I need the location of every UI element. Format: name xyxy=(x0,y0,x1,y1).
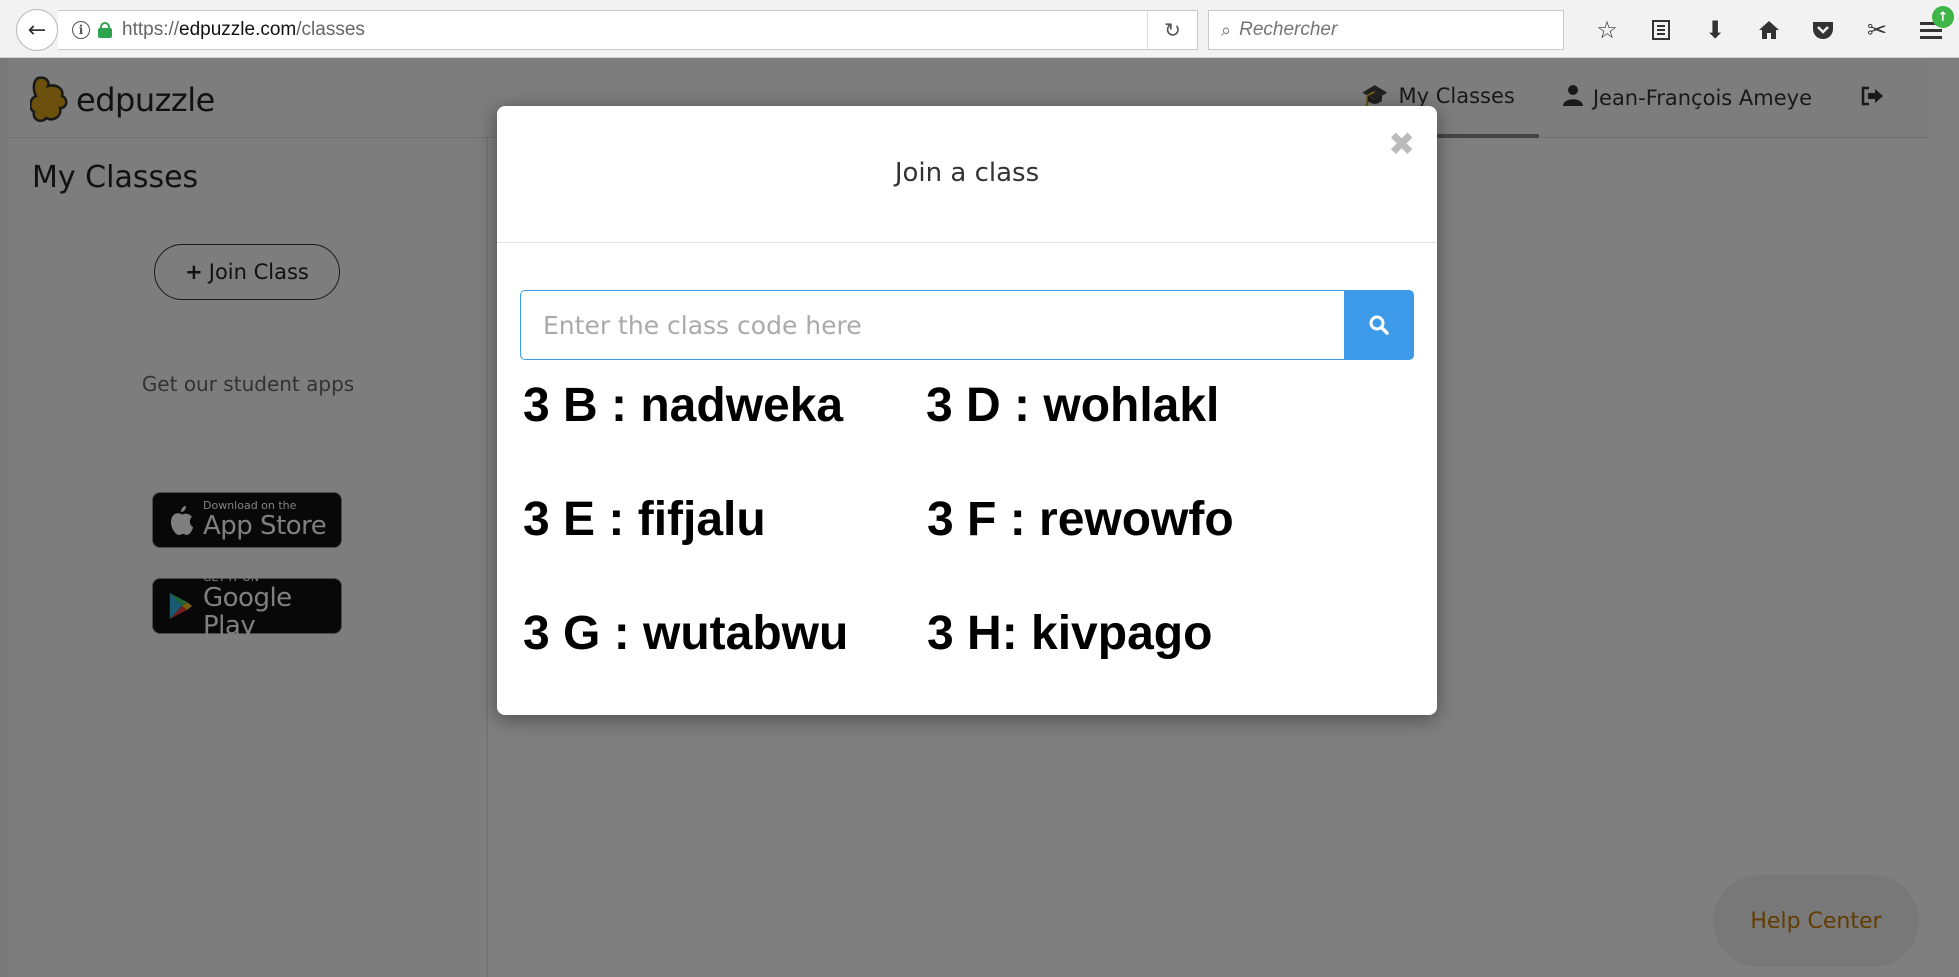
reload-icon: ↻ xyxy=(1164,18,1181,42)
url-text[interactable]: https://edpuzzle.com/classes xyxy=(122,19,365,41)
class-code-input[interactable] xyxy=(520,290,1344,360)
screenshot-icon[interactable]: ✂ xyxy=(1850,12,1904,48)
browser-toolbar: ← i https://edpuzzle.com/classes ↻ ⌕ ☆ ⬇… xyxy=(0,0,1959,58)
home-icon[interactable] xyxy=(1742,12,1796,48)
back-button[interactable]: ← xyxy=(16,9,58,51)
arrow-left-icon: ← xyxy=(27,17,47,43)
bookmark-star-icon[interactable]: ☆ xyxy=(1580,12,1634,48)
reload-button[interactable]: ↻ xyxy=(1147,11,1197,49)
browser-search-input[interactable] xyxy=(1239,19,1530,41)
update-badge-icon: ↑ xyxy=(1932,6,1954,28)
search-icon: ⌕ xyxy=(1221,19,1232,41)
browser-search-box[interactable]: ⌕ xyxy=(1208,10,1564,50)
reading-list-icon[interactable] xyxy=(1634,12,1688,48)
search-icon xyxy=(1369,315,1389,335)
join-class-modal: Join a class ✖ 3 B : nadweka 3 D : wohla… xyxy=(497,106,1437,715)
class-code-text: 3 G : wutabwu xyxy=(523,607,849,660)
class-code-text: 3 H: kivpago xyxy=(927,607,1213,660)
download-icon[interactable]: ⬇ xyxy=(1688,12,1742,48)
class-code-text: 3 B : nadweka xyxy=(523,379,844,432)
pocket-icon[interactable] xyxy=(1796,12,1850,48)
class-code-text: 3 E : fifjalu xyxy=(523,493,766,546)
search-button[interactable] xyxy=(1344,290,1414,360)
hamburger-menu-icon[interactable]: ↑ xyxy=(1904,6,1958,48)
browser-tools: ☆ ⬇ ✂ ↑ xyxy=(1580,6,1958,48)
lock-icon xyxy=(98,22,112,38)
modal-title: Join a class xyxy=(894,158,1040,188)
address-bar[interactable]: i https://edpuzzle.com/classes ↻ xyxy=(58,10,1198,50)
close-icon[interactable]: ✖ xyxy=(1388,128,1415,160)
class-code-text: 3 F : rewowfo xyxy=(927,493,1234,546)
modal-header: Join a class ✖ xyxy=(497,106,1437,243)
class-code-text: 3 D : wohlakl xyxy=(926,379,1220,432)
info-icon[interactable]: i xyxy=(72,21,90,39)
